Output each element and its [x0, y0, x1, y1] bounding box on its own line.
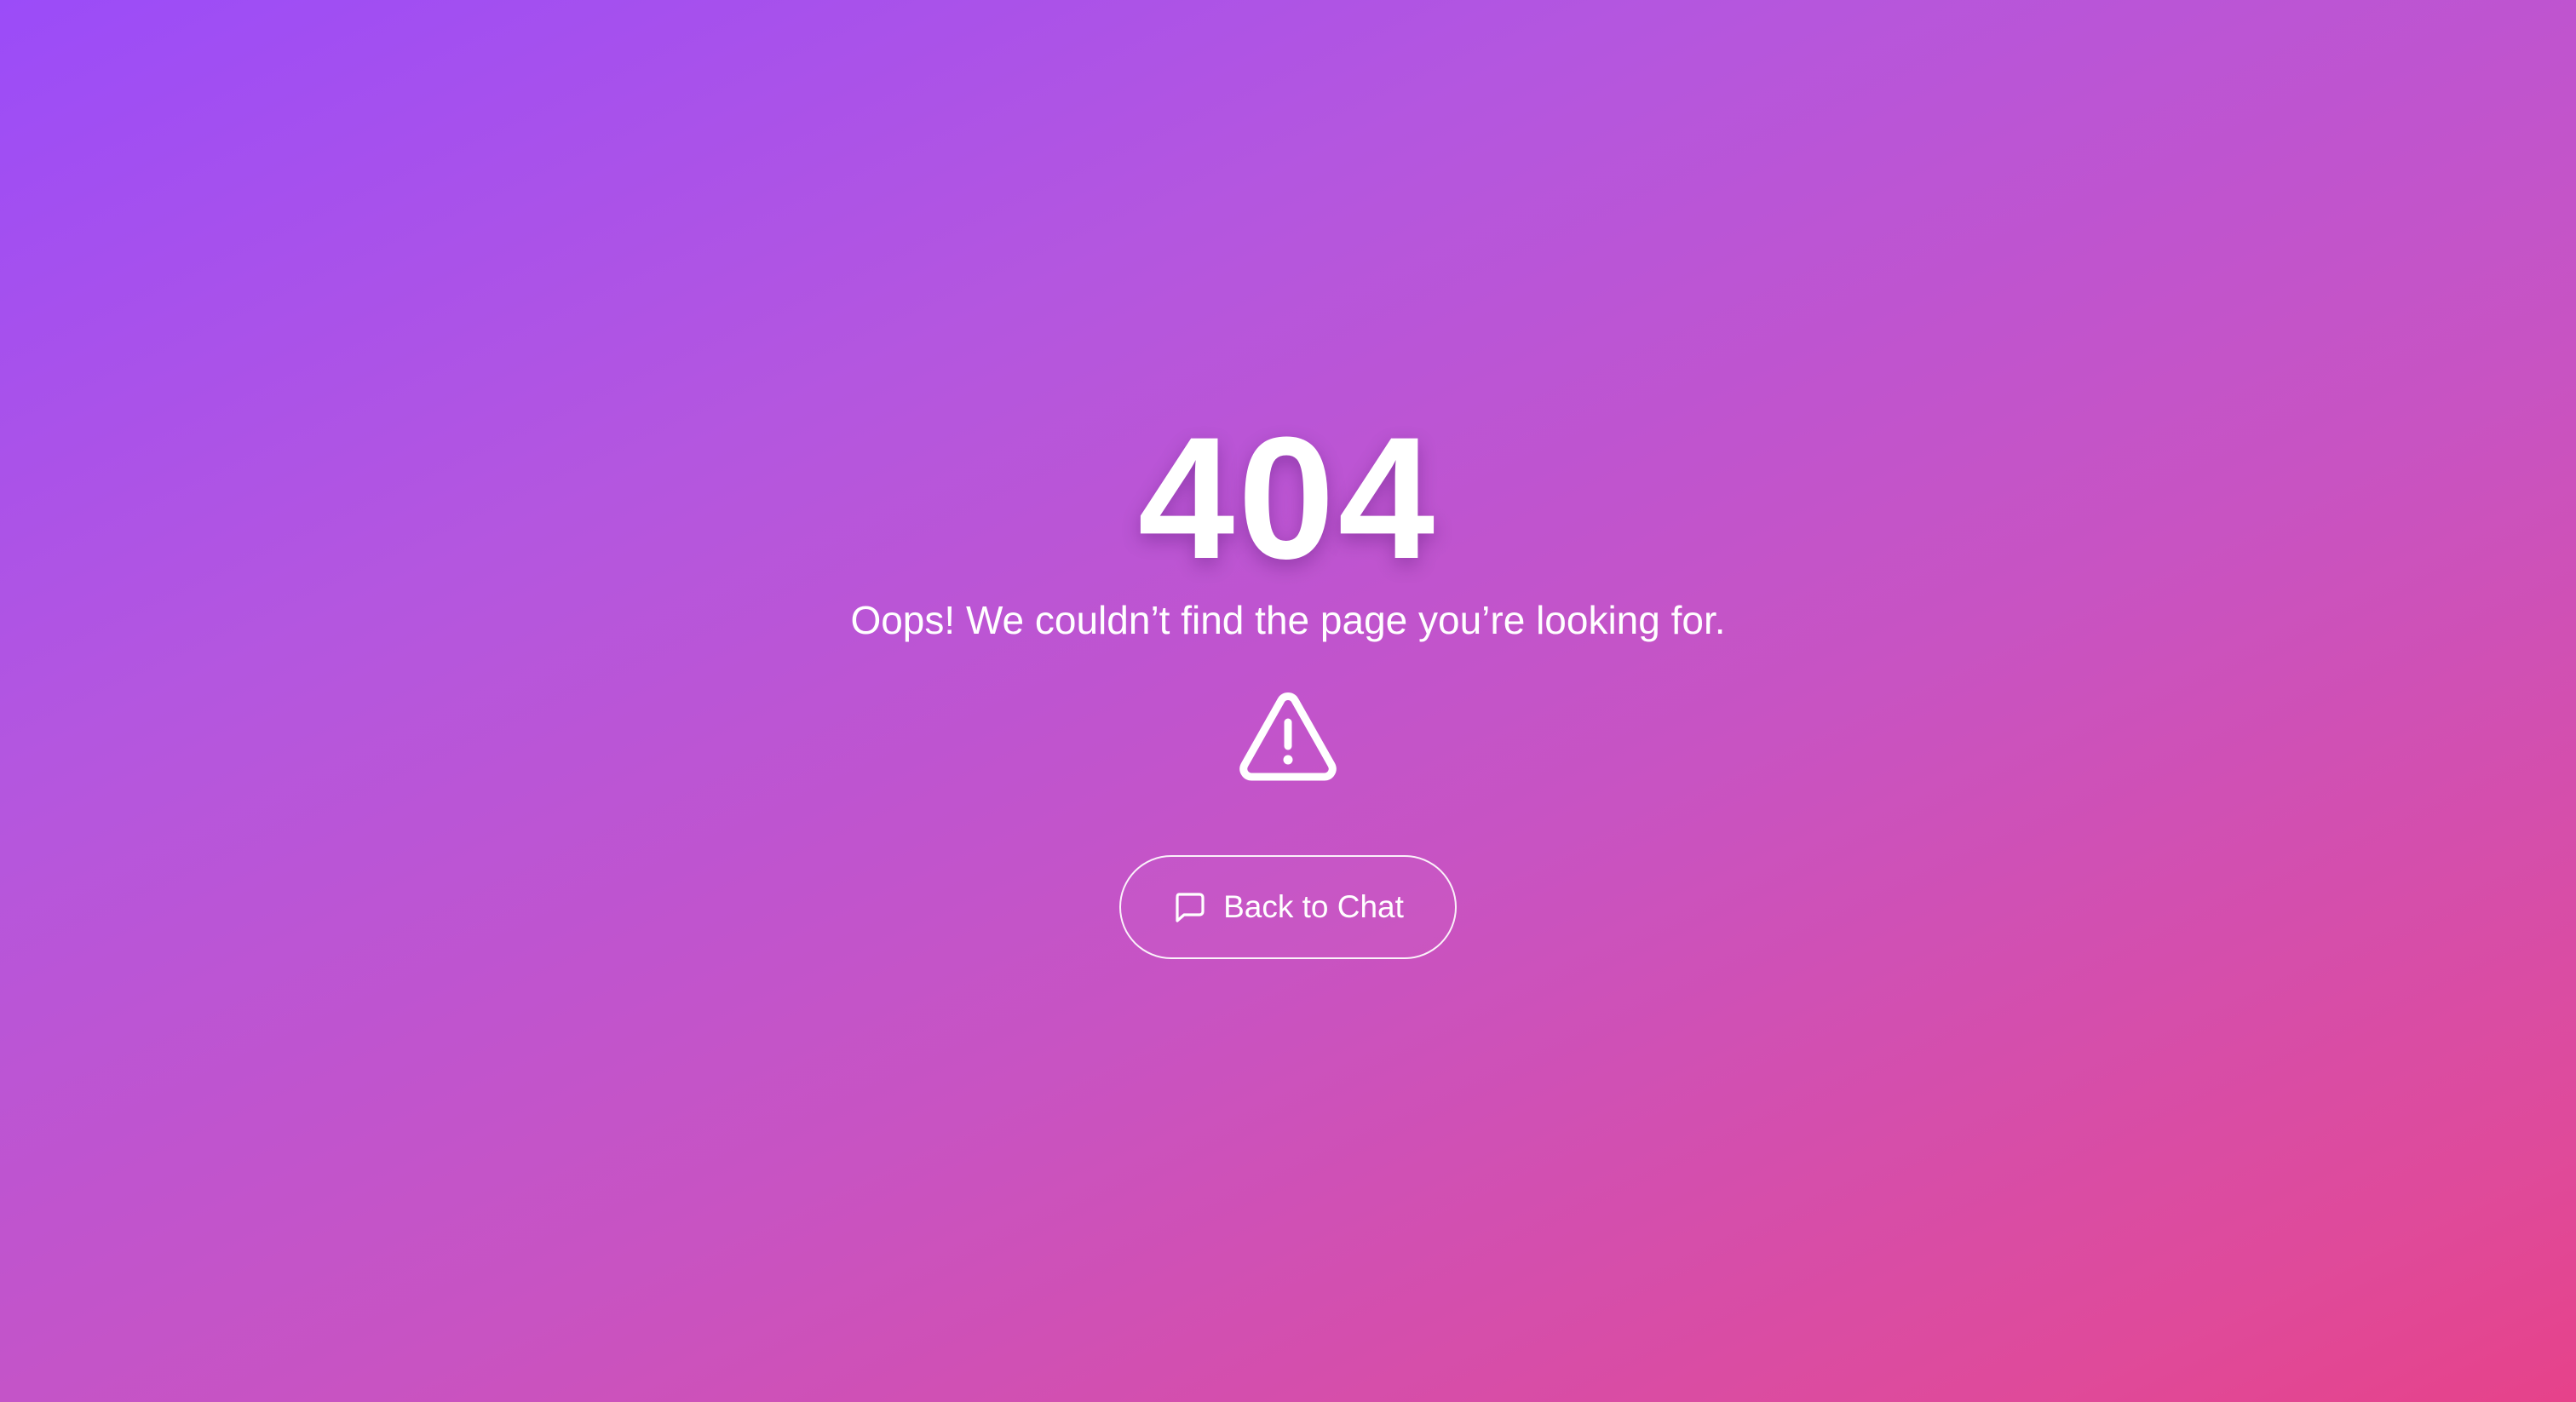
warning-triangle-icon [1239, 692, 1337, 781]
back-to-chat-button[interactable]: Back to Chat [1119, 855, 1457, 959]
error-content: 404 Oops! We couldn’t find the page you’… [0, 409, 2576, 959]
back-to-chat-label: Back to Chat [1223, 889, 1404, 924]
not-found-page: 404 Oops! We couldn’t find the page you’… [0, 0, 2576, 1402]
error-code: 404 [1137, 401, 1439, 595]
chat-bubble-icon [1176, 893, 1205, 922]
error-message: Oops! We couldn’t find the page you’re l… [850, 598, 1726, 642]
